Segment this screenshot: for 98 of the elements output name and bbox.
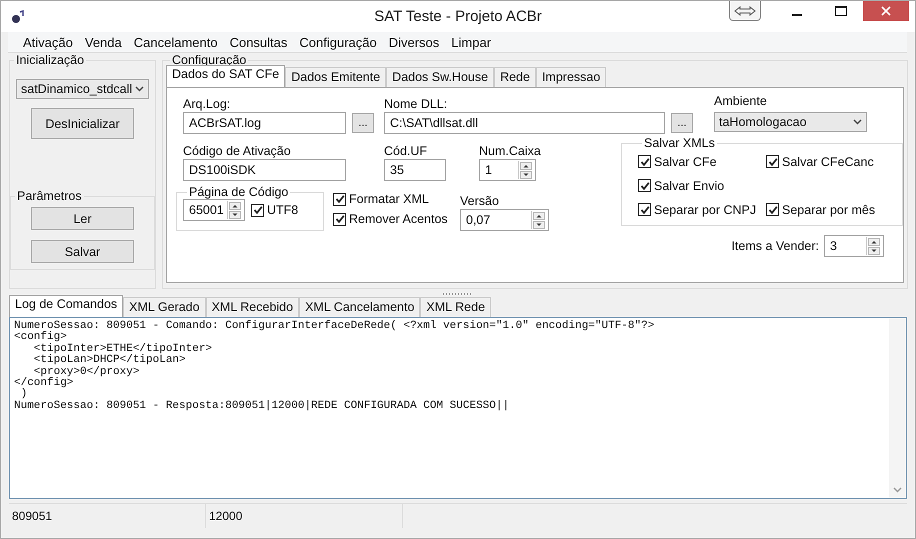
checkbox[interactable] bbox=[638, 155, 651, 168]
group-title: Parâmetros bbox=[16, 189, 83, 203]
log-line: <tipoInter>ETHE</tipoInter> bbox=[32, 344, 214, 355]
caret-icon bbox=[135, 86, 144, 92]
checkbox-label: Salvar CFeCanc bbox=[782, 154, 874, 168]
checkbox-label: Remover Acentos bbox=[349, 212, 448, 226]
tab[interactable]: Log de Comandos bbox=[9, 295, 124, 317]
minimize-icon bbox=[792, 14, 802, 16]
checkbox-label: UTF8 bbox=[267, 203, 298, 217]
tab[interactable]: XML Gerado bbox=[123, 297, 206, 317]
spin-up-icon[interactable] bbox=[520, 162, 532, 170]
menu-item[interactable]: Cancelamento bbox=[128, 34, 224, 50]
field-label: Cód.UF bbox=[384, 144, 428, 158]
checkbox[interactable] bbox=[251, 204, 264, 216]
app-logo-icon bbox=[11, 10, 25, 24]
menu-item[interactable]: Venda bbox=[78, 34, 128, 50]
checkmark-icon bbox=[768, 204, 778, 214]
spin-up-icon[interactable] bbox=[868, 238, 880, 246]
checkbox[interactable] bbox=[766, 203, 779, 216]
log-text-area[interactable] bbox=[9, 317, 907, 499]
state-code-field[interactable]: 35 bbox=[384, 159, 446, 181]
log-line: <proxy>0</proxy> bbox=[34, 366, 140, 378]
parameters-button[interactable]: Ler bbox=[31, 207, 134, 230]
tab[interactable]: Dados Sw.House bbox=[386, 67, 494, 87]
log-line: <config> bbox=[14, 332, 67, 344]
spin-up-icon[interactable] bbox=[229, 202, 241, 210]
field-label: Num.Caixa bbox=[479, 144, 541, 158]
menu-item[interactable]: Ativação bbox=[17, 34, 79, 50]
spin-down-icon[interactable] bbox=[868, 247, 880, 255]
log-line: NumeroSessao: 809051 - Resposta:809051|12000|REDE CONFIGURADA COM SUCESSO|| bbox=[14, 400, 510, 412]
checkmark-icon bbox=[640, 180, 650, 190]
tab[interactable]: Dados Emitente bbox=[285, 67, 386, 87]
environment-dropdown[interactable]: taHomologacao bbox=[714, 112, 867, 132]
tab[interactable]: XML Recebido bbox=[206, 297, 300, 317]
code-page-spinner[interactable]: 65001 bbox=[183, 199, 245, 221]
browse-button[interactable]: ... bbox=[352, 113, 374, 133]
checkbox[interactable] bbox=[333, 192, 346, 206]
checkmark-icon bbox=[768, 156, 778, 166]
dll-name-field[interactable]: C:\SAT\dllsat.dll bbox=[384, 112, 665, 134]
checkbox-label: Salvar Envio bbox=[654, 178, 724, 192]
checkmark-icon bbox=[640, 204, 650, 214]
library-dropdown[interactable]: satDinamico_stdcall bbox=[16, 79, 149, 99]
field-label: Nome DLL: bbox=[384, 97, 448, 111]
checkbox[interactable] bbox=[638, 179, 651, 192]
spin-down-icon[interactable] bbox=[533, 221, 545, 229]
log-line: NumeroSessao: 809051 - Comando: ConfigurarInterfaceDeRede( <?xml version="1.0" encoding="UTF-8"?> bbox=[14, 321, 656, 332]
parameters-button[interactable]: Salvar bbox=[31, 240, 134, 263]
caret-icon bbox=[853, 119, 862, 125]
double-arrow-icon bbox=[734, 6, 756, 16]
version-spinner[interactable]: 0,07 bbox=[460, 209, 549, 231]
tab[interactable]: Dados do SAT CFe bbox=[166, 65, 286, 87]
tab[interactable]: Rede bbox=[494, 67, 536, 87]
group-title: Página de Código bbox=[188, 185, 290, 199]
checkbox[interactable] bbox=[638, 203, 651, 216]
deinitialize-button[interactable]: DesInicializar bbox=[31, 108, 134, 139]
checkbox-label: Separar por mês bbox=[782, 202, 876, 216]
field-label: Versão bbox=[460, 194, 500, 208]
checkbox-label: Separar por CNPJ bbox=[654, 202, 756, 216]
field-label: Ambiente bbox=[714, 94, 768, 108]
tab[interactable]: XML Cancelamento bbox=[299, 297, 420, 317]
field-label: Código de Ativação bbox=[183, 144, 292, 158]
status-panel: 12000 bbox=[206, 504, 403, 528]
resize-button[interactable] bbox=[729, 1, 761, 21]
scrollbar[interactable] bbox=[889, 318, 906, 498]
menu-item[interactable]: Consultas bbox=[224, 34, 294, 50]
checkbox-label: Salvar CFe bbox=[654, 154, 717, 168]
checkbox-label: Formatar XML bbox=[349, 192, 429, 206]
group-title: Salvar XMLs bbox=[643, 136, 716, 150]
field-label: Items a Vender: bbox=[731, 239, 819, 253]
items-spinner[interactable]: 3 bbox=[824, 235, 884, 257]
status-panel: 809051 bbox=[9, 504, 206, 528]
checkmark-icon bbox=[252, 205, 262, 215]
menu-item[interactable]: Limpar bbox=[445, 34, 498, 50]
tab[interactable]: XML Rede bbox=[420, 297, 492, 317]
menu-item[interactable]: Configuração bbox=[293, 34, 383, 50]
log-line: <tipoLan>DHCP</tipoLan> bbox=[32, 355, 187, 366]
menu-item[interactable]: Diversos bbox=[382, 34, 446, 50]
activation-code-field[interactable]: DS100iSDK bbox=[183, 159, 346, 181]
checkbox[interactable] bbox=[333, 212, 346, 226]
field-label: Arq.Log: bbox=[183, 97, 232, 111]
group-title: Configuração bbox=[171, 53, 248, 67]
checkmark-icon bbox=[640, 156, 650, 166]
register-number-spinner[interactable]: 1 bbox=[479, 159, 536, 181]
browse-button[interactable]: ... bbox=[671, 113, 693, 133]
group-title: Inicialização bbox=[15, 53, 86, 67]
close-button[interactable] bbox=[863, 1, 909, 21]
tab[interactable]: Impressao bbox=[536, 67, 606, 87]
log-line: </config> bbox=[14, 378, 74, 390]
maximize-icon bbox=[835, 6, 847, 16]
log-file-field[interactable]: ACBrSAT.log bbox=[183, 112, 346, 134]
window-title: SAT Teste - Projeto ACBr bbox=[374, 8, 542, 25]
scroll-down-icon[interactable] bbox=[893, 487, 902, 493]
checkbox[interactable] bbox=[766, 155, 779, 168]
close-icon bbox=[881, 6, 891, 16]
log-line: ) bbox=[20, 389, 28, 400]
spin-up-icon[interactable] bbox=[533, 212, 545, 220]
spin-down-icon[interactable] bbox=[520, 171, 532, 179]
spin-down-icon[interactable] bbox=[229, 211, 241, 219]
